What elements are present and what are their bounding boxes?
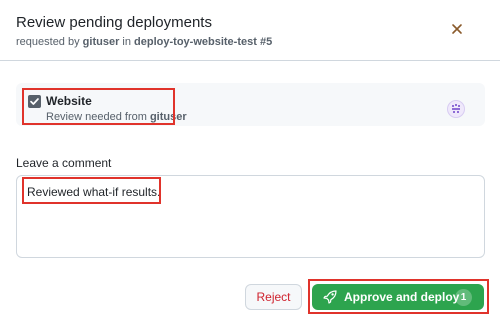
avatar-icon xyxy=(452,104,460,113)
dialog-subtitle: requested by gituser in deploy-toy-websi… xyxy=(16,36,272,48)
checkmark-icon xyxy=(30,98,39,105)
requester-name: gituser xyxy=(82,36,120,48)
environment-row: Website Review needed from gituser xyxy=(16,83,485,126)
approve-count-badge: 1 xyxy=(455,289,472,306)
reject-button[interactable]: Reject xyxy=(245,284,302,310)
rocket-icon xyxy=(323,290,337,304)
comment-input[interactable]: Reviewed what-if results. xyxy=(16,175,485,258)
environment-name: Website xyxy=(46,94,92,108)
approve-and-deploy-button[interactable]: Approve and deploy 1 xyxy=(312,284,484,310)
approve-label: Approve and deploy xyxy=(344,290,460,304)
dialog-header: Review pending deployments requested by … xyxy=(0,0,500,61)
dialog-title: Review pending deployments xyxy=(16,14,212,31)
environment-review-note: Review needed from gituser xyxy=(46,111,187,123)
subtitle-prefix: requested by xyxy=(16,36,80,48)
close-button[interactable] xyxy=(448,20,466,38)
environment-checkbox[interactable] xyxy=(28,95,41,108)
close-icon xyxy=(452,24,462,34)
avatar xyxy=(447,100,465,118)
review-prefix: Review needed from xyxy=(46,111,147,123)
comment-label: Leave a comment xyxy=(16,156,112,170)
reviewer-name: gituser xyxy=(149,111,187,123)
run-name: deploy-toy-website-test #5 xyxy=(134,36,273,48)
subtitle-middle: in xyxy=(122,36,131,48)
